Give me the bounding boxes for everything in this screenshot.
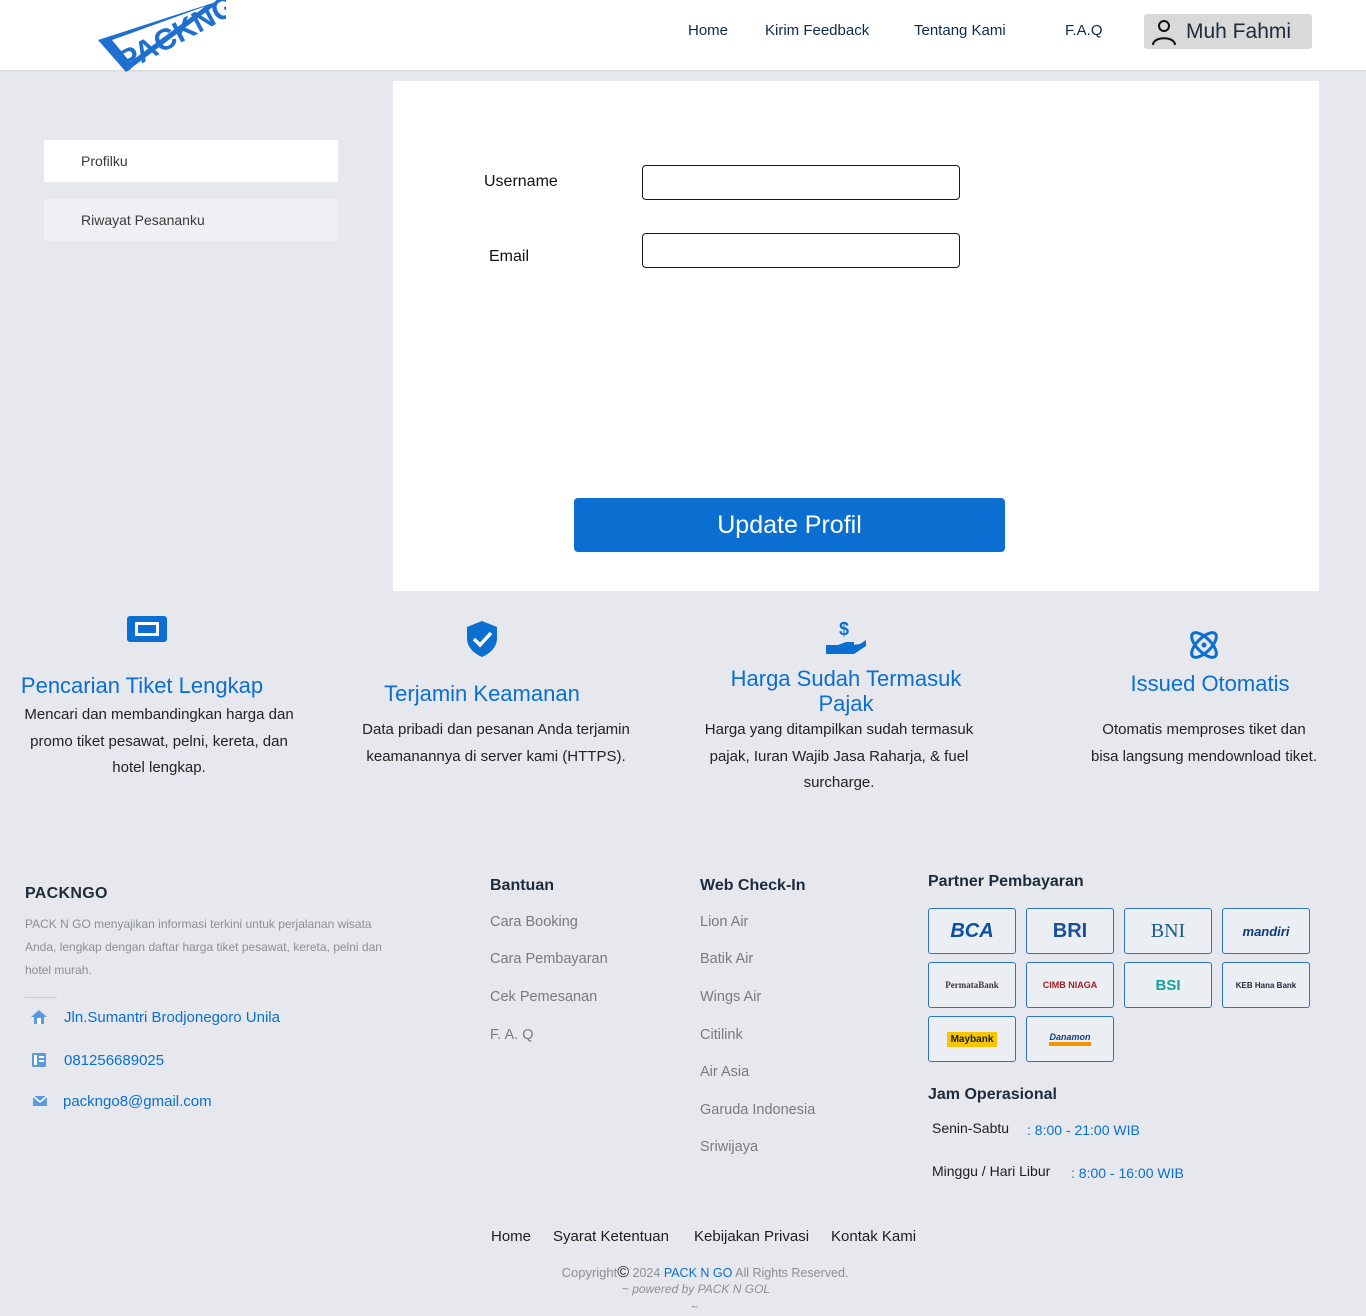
sidebar-item-label: Profilku [81,153,128,169]
copyright-brand-link[interactable]: PACK N GO [664,1266,733,1280]
footer-link-syarat-ketentuan[interactable]: Syarat Ketentuan [553,1228,669,1245]
bank-logo-mandiri: mandiri [1222,908,1310,954]
jam-time: : 8:00 - 21:00 WIB [1027,1122,1140,1138]
ticket-icon [127,616,167,642]
feature-title: Pencarian Tiket Lengkap [20,673,264,698]
nav-home[interactable]: Home [688,22,728,39]
email-label: Email [489,248,530,265]
checkin-title: Web Check-In [700,877,806,894]
bantuan-link-faq[interactable]: F. A. Q [490,1027,534,1043]
contact-phone-text[interactable]: 081256689025 [64,1052,164,1069]
checkin-link[interactable]: Lion Air [700,914,748,930]
jam-day: Senin-Sabtu [932,1120,1010,1136]
contact-address-text[interactable]: Jln.Sumantri Brodjonegoro Unila [64,1009,280,1026]
user-name: Muh Fahmi [1186,19,1292,43]
feature-description: Otomatis memproses tiket dan bisa langsu… [1091,721,1317,765]
copyright: Copyright© 2024 PACK N GO All Rights Res… [561,1264,849,1281]
update-profil-button[interactable]: Update Profil [574,498,1005,552]
nav-faq[interactable]: F.A.Q [1065,22,1103,39]
bank-logo-cimb-niaga: CIMB NIAGA [1026,962,1114,1008]
feature-title: Terjamin Keamanan [384,681,580,706]
feature-description: Data pribadi dan pesanan Anda terjamin k… [362,721,630,765]
jam-time: : 8:00 - 16:00 WIB [1071,1165,1184,1181]
nav-kirim-feedback[interactable]: Kirim Feedback [765,22,869,39]
shield-check-icon [467,621,497,657]
footer-link-home[interactable]: Home [491,1228,531,1245]
nav-tentang-kami[interactable]: Tentang Kami [914,22,1006,39]
bank-logo-permata: PermataBank [928,962,1016,1008]
partner-title: Partner Pembayaran [928,873,1084,890]
checkin-link[interactable]: Sriwijaya [700,1139,758,1155]
feature-title: Issued Otomatis [1130,671,1290,696]
checkin-link[interactable]: Garuda Indonesia [700,1102,815,1118]
svg-text:$: $ [839,619,849,639]
bank-logo-bsi: BSI [1124,962,1212,1008]
bantuan-link-cek-pemesanan[interactable]: Cek Pemesanan [490,989,597,1005]
powered-by: ~ powered by PACK N GOL [621,1282,771,1296]
footer-brand: PACKNGO [25,885,108,902]
jam-operasional-title: Jam Operasional [928,1086,1057,1103]
bank-logo-bni: BNI [1124,908,1212,954]
bank-logo-danamon: Danamon [1026,1016,1114,1062]
packngo-logo[interactable]: PACKNGO [96,0,262,78]
user-icon [1152,19,1176,45]
user-menu-button[interactable]: Muh Fahmi [1144,14,1312,49]
sidebar-item-riwayat-pesanan[interactable]: Riwayat Pesananku [44,199,338,241]
feature-description: Mencari dan membandingkan harga dan prom… [24,706,294,776]
bantuan-title: Bantuan [490,877,554,894]
bank-logo-maybank: Maybank [928,1016,1016,1062]
hand-money-icon: $ [826,619,866,654]
bank-logo-bri: BRI [1026,908,1114,954]
contact-address: Jln.Sumantri Brodjonegoro Unila [30,1008,280,1026]
home-icon [31,1010,47,1024]
footer-link-kebijakan-privasi[interactable]: Kebijakan Privasi [694,1228,809,1245]
mail-icon [32,1095,48,1106]
checkin-link[interactable]: Wings Air [700,989,761,1005]
footer-link-kontak-kami[interactable]: Kontak Kami [831,1228,916,1245]
bank-logo-keb-hana: KEB Hana Bank [1222,962,1310,1008]
checkin-link[interactable]: Batik Air [700,951,753,967]
checkin-link[interactable]: Citilink [700,1027,743,1043]
checkin-link[interactable]: Air Asia [700,1064,749,1080]
contact-email-text[interactable]: packngo8@gmail.com [63,1093,212,1110]
footer-divider [25,997,57,998]
profile-card: Username Email Update Profil [393,81,1319,591]
sidebar-item-label: Riwayat Pesananku [81,212,205,228]
feature-description: Harga yang ditampilkan sudah termasuk pa… [704,721,974,791]
phone-icon [32,1053,46,1067]
bantuan-link-cara-booking[interactable]: Cara Booking [490,914,578,930]
footer-tilde: ~ [691,1300,699,1314]
username-input[interactable] [642,165,960,200]
top-navbar: PACKNGO Home Kirim Feedback Tentang Kami… [0,0,1366,78]
bantuan-link-cara-pembayaran[interactable]: Cara Pembayaran [490,951,608,967]
atom-icon [1190,631,1218,659]
footer-description: PACK N GO menyajikan informasi terkini u… [25,917,382,977]
bank-logo-bca: BCA [928,908,1016,954]
email-input[interactable] [642,233,960,268]
jam-day: Minggu / Hari Libur [932,1163,1051,1179]
contact-phone: 081256689025 [30,1051,164,1069]
username-label: Username [484,173,558,190]
sidebar-item-profilku[interactable]: Profilku [44,140,338,182]
contact-email: packngo8@gmail.com [31,1092,212,1110]
feature-title: Harga Sudah Termasuk Pajak [730,666,962,716]
